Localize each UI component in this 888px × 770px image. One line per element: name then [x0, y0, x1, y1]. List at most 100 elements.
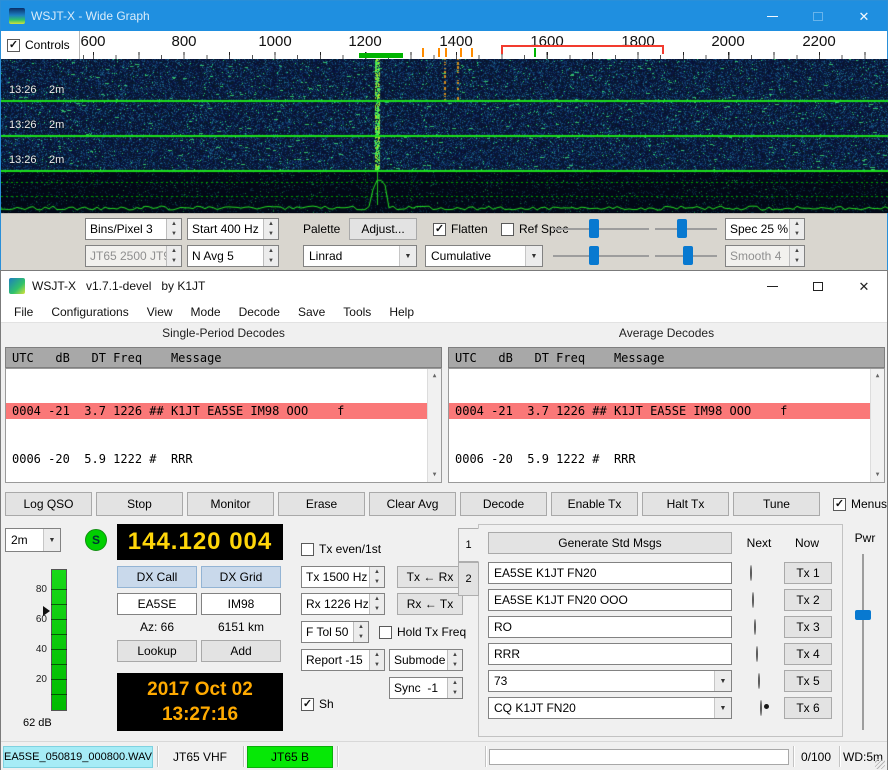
- tx-from-rx-button[interactable]: Tx ← Rx: [397, 566, 463, 588]
- pwr-slider[interactable]: [855, 554, 871, 730]
- tx6-button[interactable]: Tx 6: [784, 697, 832, 719]
- menu-view[interactable]: View: [138, 301, 182, 323]
- jt65-jt9-split-spinner[interactable]: JT65 2500 JT9: [85, 245, 182, 267]
- frequency-scale[interactable]: Controls 600 800 1000 1200 1400 1600 180…: [1, 31, 887, 59]
- spinner-arrows-icon[interactable]: [369, 567, 384, 587]
- monitor-button[interactable]: Monitor: [187, 492, 274, 516]
- spinner-arrows-icon[interactable]: [369, 594, 384, 614]
- spinner-arrows-icon[interactable]: [166, 219, 181, 239]
- tx2-button[interactable]: Tx 2: [784, 589, 832, 611]
- start-freq-spinner[interactable]: Start 400 Hz: [187, 218, 279, 240]
- resize-grip[interactable]: [875, 759, 885, 769]
- bins-pixel-spinner[interactable]: Bins/Pixel 3: [85, 218, 182, 240]
- tx6-message-combo[interactable]: CQ K1JT FN20: [488, 697, 732, 719]
- close-icon[interactable]: ✕: [841, 1, 887, 31]
- tx1-button[interactable]: Tx 1: [784, 562, 832, 584]
- chevron-down-icon[interactable]: [714, 698, 731, 718]
- waterfall-zero-slider[interactable]: [655, 218, 717, 240]
- next-radio-5[interactable]: [758, 673, 760, 689]
- menu-tools[interactable]: Tools: [334, 301, 380, 323]
- slider-handle[interactable]: [589, 219, 599, 238]
- log-qso-button[interactable]: Log QSO: [5, 492, 92, 516]
- tab-2[interactable]: 2: [458, 562, 479, 596]
- sync-spinner[interactable]: Sync -1: [389, 677, 463, 699]
- spectrum-zero-slider[interactable]: [655, 245, 717, 267]
- clear-avg-button[interactable]: Clear Avg: [369, 492, 456, 516]
- tx-even-checkbox[interactable]: Tx even/1st: [301, 542, 381, 556]
- display-mode-combo[interactable]: Cumulative: [425, 245, 543, 267]
- tx2-message-field[interactable]: EA5SE K1JT FN20 OOO: [488, 589, 732, 611]
- menu-configurations[interactable]: Configurations: [42, 301, 137, 323]
- single-decode-row-2[interactable]: 0006 -20 5.9 1222 # RRR: [6, 451, 441, 467]
- erase-button[interactable]: Erase: [278, 492, 365, 516]
- scroll-down-icon[interactable]: [871, 468, 884, 482]
- menu-decode[interactable]: Decode: [230, 301, 289, 323]
- spec-percent-spinner[interactable]: Spec 25 %: [725, 218, 805, 240]
- next-radio-2[interactable]: [752, 592, 754, 608]
- spinner-arrows-icon[interactable]: [447, 678, 462, 698]
- average-decode-row-1[interactable]: 0004 -21 3.7 1226 ## K1JT EA5SE IM98 OOO…: [449, 403, 884, 419]
- next-radio-3[interactable]: [754, 619, 756, 635]
- slider-handle[interactable]: [589, 246, 599, 265]
- waterfall-display[interactable]: [1, 59, 888, 213]
- add-button[interactable]: Add: [201, 640, 281, 662]
- dx-grid-field[interactable]: IM98: [201, 593, 281, 615]
- waterfall-gain-slider[interactable]: [553, 218, 649, 240]
- tx5-button[interactable]: Tx 5: [784, 670, 832, 692]
- tx3-button[interactable]: Tx 3: [784, 616, 832, 638]
- scrollbar[interactable]: [427, 369, 441, 482]
- tx-freq-spinner[interactable]: Tx 1500 Hz: [301, 566, 385, 588]
- spinner-arrows-icon[interactable]: [369, 650, 384, 670]
- report-spinner[interactable]: Report -15: [301, 649, 385, 671]
- tx3-message-field[interactable]: RO: [488, 616, 732, 638]
- scrollbar[interactable]: [870, 369, 884, 482]
- tune-button[interactable]: Tune: [733, 492, 820, 516]
- minimize-icon[interactable]: [749, 1, 795, 31]
- hold-tx-freq-checkbox[interactable]: Hold Tx Freq: [379, 625, 466, 639]
- single-decodes-panel[interactable]: 0004 -21 3.7 1226 ## K1JT EA5SE IM98 OOO…: [5, 368, 442, 483]
- spinner-arrows-icon[interactable]: [353, 622, 368, 642]
- average-decodes-panel[interactable]: 0004 -21 3.7 1226 ## K1JT EA5SE IM98 OOO…: [448, 368, 885, 483]
- spectrum-gain-slider[interactable]: [553, 245, 649, 267]
- spinner-arrows-icon[interactable]: [789, 219, 804, 239]
- f-tol-spinner[interactable]: F Tol 50: [301, 621, 369, 643]
- sh-checkbox[interactable]: Sh: [301, 697, 334, 711]
- dx-call-button[interactable]: DX Call: [117, 566, 197, 588]
- palette-combo[interactable]: Linrad: [303, 245, 417, 267]
- close-icon[interactable]: ✕: [841, 271, 887, 301]
- spinner-arrows-icon[interactable]: [789, 246, 804, 266]
- spinner-arrows-icon[interactable]: [447, 650, 462, 670]
- maximize-icon[interactable]: [795, 271, 841, 301]
- main-titlebar[interactable]: WSJT-X v1.7.1-devel by K1JT ✕: [1, 271, 887, 301]
- rx-freq-spinner[interactable]: Rx 1226 Hz: [301, 593, 385, 615]
- lookup-button[interactable]: Lookup: [117, 640, 197, 662]
- next-radio-4[interactable]: [756, 646, 758, 662]
- dx-call-field[interactable]: EA5SE: [117, 593, 197, 615]
- rx-from-tx-button[interactable]: Rx ← Tx: [397, 593, 463, 615]
- next-radio-6[interactable]: [760, 700, 762, 716]
- n-avg-spinner[interactable]: N Avg 5: [187, 245, 279, 267]
- enable-tx-button[interactable]: Enable Tx: [551, 492, 638, 516]
- controls-checkbox-box[interactable]: [7, 39, 20, 52]
- menu-mode[interactable]: Mode: [182, 301, 230, 323]
- next-radio-1[interactable]: [750, 565, 752, 581]
- halt-tx-button[interactable]: Halt Tx: [642, 492, 729, 516]
- slider-handle[interactable]: [683, 246, 693, 265]
- menu-save[interactable]: Save: [289, 301, 334, 323]
- slider-handle[interactable]: [855, 610, 871, 620]
- generate-std-msgs-button[interactable]: Generate Std Msgs: [488, 532, 732, 554]
- spinner-arrows-icon[interactable]: [263, 219, 278, 239]
- scroll-up-icon[interactable]: [428, 369, 441, 383]
- tx4-message-field[interactable]: RRR: [488, 643, 732, 665]
- flatten-checkbox[interactable]: Flatten: [433, 222, 488, 236]
- controls-checkbox[interactable]: Controls: [7, 38, 70, 52]
- spinner-arrows-icon[interactable]: [263, 246, 278, 266]
- tx1-message-field[interactable]: EA5SE K1JT FN20: [488, 562, 732, 584]
- chevron-down-icon[interactable]: [525, 246, 542, 266]
- chevron-down-icon[interactable]: [714, 671, 731, 691]
- slider-handle[interactable]: [677, 219, 687, 238]
- band-combo[interactable]: 2m: [5, 528, 61, 552]
- tx5-message-combo[interactable]: 73: [488, 670, 732, 692]
- chevron-down-icon[interactable]: [43, 529, 60, 551]
- decode-button[interactable]: Decode: [460, 492, 547, 516]
